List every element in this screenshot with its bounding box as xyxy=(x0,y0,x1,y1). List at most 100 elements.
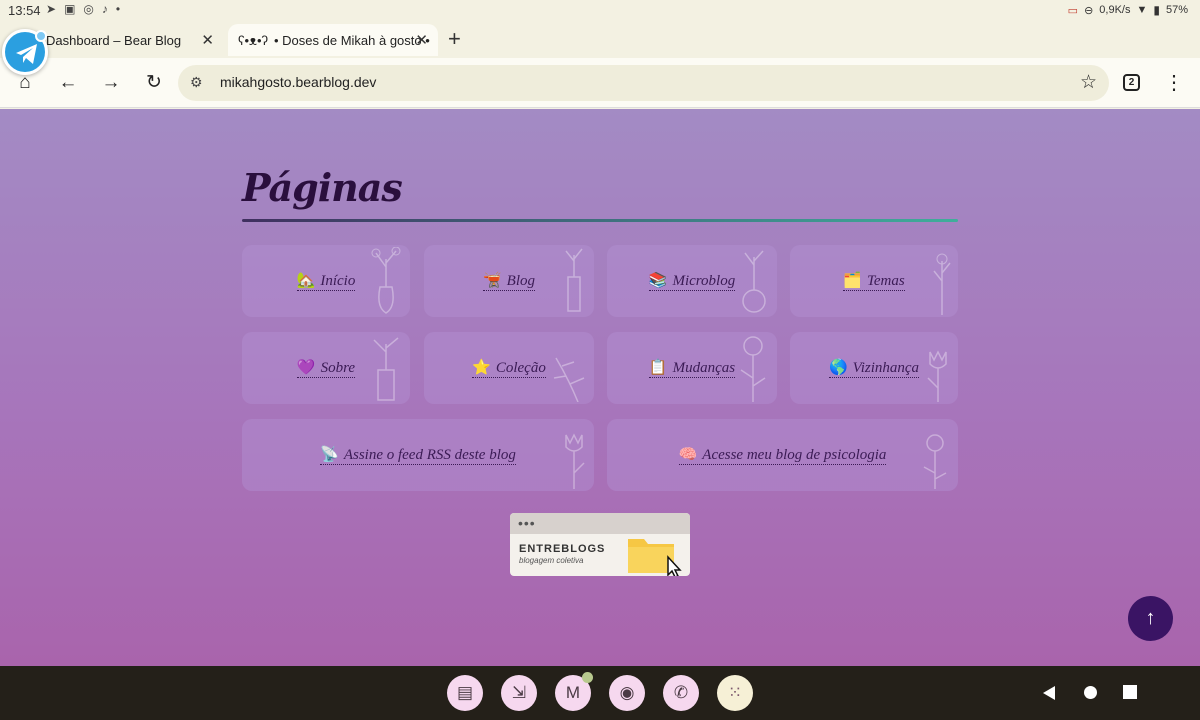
link-text: Mudanças xyxy=(672,360,736,376)
daisy-icon xyxy=(740,336,766,402)
link-vizinhanca[interactable]: 🌎 Vizinhança xyxy=(790,332,958,404)
link-text: Vizinhança xyxy=(852,360,920,376)
link-label: 💜 Sobre xyxy=(296,358,356,378)
forward-icon[interactable]: → xyxy=(98,70,124,96)
wifi-icon: ▼ xyxy=(1136,4,1148,16)
back-icon[interactable]: ← xyxy=(55,70,81,96)
system-taskbar: ▤ ⇲ M ◉ ✆ ⁙ xyxy=(0,666,1200,720)
link-microblog[interactable]: 📚 Microblog xyxy=(607,245,777,317)
link-text: Assine o feed RSS deste blog xyxy=(343,447,516,463)
player-app-icon[interactable]: ◉ xyxy=(609,675,645,711)
link-label: 🌎 Vizinhança xyxy=(828,358,920,378)
gmail-app-icon[interactable]: M xyxy=(555,672,593,711)
menu-kebab-icon[interactable]: ⋮ xyxy=(1161,70,1187,96)
folder-icon: 🗂️ xyxy=(843,273,862,289)
close-tab-icon[interactable]: ✕ xyxy=(201,31,214,49)
link-label: 📡 Assine o feed RSS deste blog xyxy=(320,445,516,465)
link-text: Coleção xyxy=(495,360,546,376)
link-blog[interactable]: 🫕 Blog xyxy=(424,245,594,317)
telegram-icon xyxy=(16,44,37,64)
web-page: Páginas 🏡 Início 🫕 Blog 📚 Microblog 🗂️ Temas… xyxy=(0,109,1200,666)
network-speed: 0,9K/s xyxy=(1099,4,1131,16)
link-sobre[interactable]: 💜 Sobre xyxy=(242,332,410,404)
star-icon: ⭐ xyxy=(472,360,491,376)
close-tab-icon[interactable]: ✕ xyxy=(415,31,428,49)
flower-vase-icon xyxy=(371,247,401,314)
flower-vase-icon xyxy=(373,337,399,401)
calendar-icon: ▣ xyxy=(64,2,76,16)
bookmark-star-icon[interactable]: ☆ xyxy=(1080,71,1097,94)
nav-recents-icon[interactable] xyxy=(1123,685,1137,699)
tiktok-icon: ♪ xyxy=(101,2,108,16)
nav-back-icon[interactable] xyxy=(1042,685,1056,701)
instagram-icon: ◎ xyxy=(83,2,94,16)
tab-title: • Doses de Mikah à gosto • xyxy=(274,32,430,48)
reload-icon[interactable]: ↻ xyxy=(141,70,167,96)
tulip-icon xyxy=(565,433,585,489)
link-label: ⭐ Coleção xyxy=(472,358,546,378)
nav-home-icon[interactable] xyxy=(1083,685,1098,700)
link-mudancas[interactable]: 📋 Mudanças xyxy=(607,332,777,404)
notification-dot xyxy=(582,672,593,683)
badge-subtitle: blogagem coletiva xyxy=(519,556,584,565)
docs-app-icon[interactable]: ▤ xyxy=(447,675,483,711)
link-label: 🫕 Blog xyxy=(482,271,536,291)
tab-switcher-button[interactable]: 2 xyxy=(1123,74,1140,91)
link-label: 🧠 Acesse meu blog de psicologia xyxy=(678,445,887,465)
daisy-icon xyxy=(923,434,947,489)
link-temas[interactable]: 🗂️ Temas xyxy=(790,245,958,317)
whatsapp-app-icon[interactable]: ✆ xyxy=(663,675,699,711)
link-label: 🗂️ Temas xyxy=(843,271,905,291)
link-text: Acesse meu blog de psicologia xyxy=(702,447,887,463)
tab-strip: Dashboard – Bear Blog ✕ ʕ•ᴥ•ʔ • Doses de… xyxy=(0,22,1200,58)
heading-underline xyxy=(242,219,958,222)
link-label: 🏡 Início xyxy=(296,271,356,291)
status-time: 13:54 xyxy=(8,3,41,18)
link-label: 📚 Microblog xyxy=(648,271,736,291)
notification-icons: ➤ ▣ ◎ ♪ • xyxy=(46,2,120,16)
house-icon: 🏡 xyxy=(296,273,316,289)
link-psychology-blog[interactable]: 🧠 Acesse meu blog de psicologia xyxy=(607,419,958,491)
telegram-chat-bubble[interactable] xyxy=(2,29,48,75)
system-icons: ▭ ⊖ 0,9K/s ▼ ▮ 57% xyxy=(1068,3,1188,17)
clipboard-icon: 📋 xyxy=(648,360,668,376)
back-to-top-button[interactable]: ↑ xyxy=(1128,596,1173,641)
link-colecao[interactable]: ⭐ Coleção xyxy=(424,332,594,404)
dnd-icon: ⊖ xyxy=(1084,4,1094,17)
cast-icon: ▭ xyxy=(1067,4,1079,17)
browser-toolbar: ⌂ ← → ↻ ⚙ mikahgosto.bearblog.dev ☆ 2 ⋮ xyxy=(0,58,1200,108)
address-bar[interactable]: ⚙ mikahgosto.bearblog.dev ☆ xyxy=(178,65,1109,101)
satellite-dish-icon: 📡 xyxy=(320,447,339,463)
battery-icon: ▮ xyxy=(1153,3,1160,17)
fondue-icon: 🫕 xyxy=(482,273,502,289)
link-text: Temas xyxy=(866,273,905,289)
page-title: Páginas xyxy=(242,165,403,210)
link-text: Sobre xyxy=(320,360,356,376)
telegram-icon: ➤ xyxy=(46,2,57,16)
battery-level: 57% xyxy=(1165,4,1188,16)
link-text: Início xyxy=(320,273,356,289)
link-inicio[interactable]: 🏡 Início xyxy=(242,245,410,317)
tab-dashboard[interactable]: Dashboard – Bear Blog ✕ xyxy=(40,24,224,56)
notification-dot xyxy=(35,30,47,42)
brain-icon: 🧠 xyxy=(678,447,698,463)
link-text: Blog xyxy=(506,273,536,289)
globe-icon: 🌎 xyxy=(828,360,848,376)
flower-bottle-icon xyxy=(565,248,583,312)
flower-stem-icon xyxy=(933,253,951,315)
url-text[interactable]: mikahgosto.bearblog.dev xyxy=(220,74,376,90)
screen-mirror-app-icon[interactable]: ⇲ xyxy=(501,675,537,711)
new-tab-button[interactable]: + xyxy=(448,26,461,52)
more-notifications-icon: • xyxy=(115,2,121,16)
badge-title: ENTREBLOGS xyxy=(519,543,606,555)
entreblogs-badge[interactable]: ••• ENTREBLOGS blogagem coletiva xyxy=(510,513,690,576)
app-drawer-icon[interactable]: ⁙ xyxy=(717,675,753,711)
status-bar: 13:54 ➤ ▣ ◎ ♪ • ▭ ⊖ 0,9K/s ▼ ▮ 57% xyxy=(0,0,1200,22)
site-settings-icon[interactable]: ⚙ xyxy=(190,74,203,91)
flower-round-vase-icon xyxy=(742,250,766,313)
tab-doses-de-mikah[interactable]: ʕ•ᴥ•ʔ • Doses de Mikah à gosto • ✕ xyxy=(228,24,438,56)
link-rss-feed[interactable]: 📡 Assine o feed RSS deste blog xyxy=(242,419,594,491)
link-text: Microblog xyxy=(672,273,736,289)
books-icon: 📚 xyxy=(648,273,668,289)
purple-heart-icon: 💜 xyxy=(296,360,316,376)
